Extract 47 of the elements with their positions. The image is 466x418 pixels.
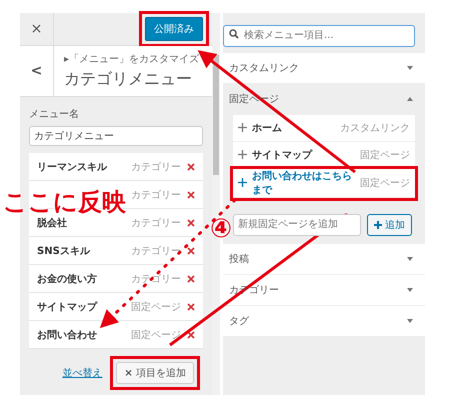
search-field[interactable]: 検索メニュー項目... <box>223 24 415 46</box>
item-type: カテゴリー <box>131 188 181 202</box>
menu-item-name[interactable]: リーマンスキル <box>37 160 107 174</box>
item-type: カテゴリー <box>131 244 181 258</box>
back-button[interactable]: < <box>20 46 54 96</box>
section-header[interactable]: 投稿 <box>223 244 425 274</box>
breadcrumb: ▸「メニュー」をカスタマイズ <box>64 52 200 66</box>
panel-title: カテゴリメニュー <box>64 69 193 90</box>
remove-icon[interactable] <box>187 246 195 254</box>
caret-icon <box>407 96 413 100</box>
plus-icon <box>238 150 247 159</box>
caret-icon <box>407 288 413 292</box>
remove-icon[interactable] <box>187 162 195 170</box>
remove-icon[interactable] <box>187 302 195 310</box>
item-type: カテゴリー <box>131 160 181 174</box>
plus-icon <box>238 178 247 187</box>
annotation-text: ここに反映 <box>3 187 126 218</box>
remove-icon[interactable] <box>187 218 195 226</box>
menu-item-name[interactable]: 脱会社 <box>37 216 67 230</box>
menu-item-name[interactable]: お問い合わせ <box>37 328 97 342</box>
caret-icon <box>407 66 413 70</box>
menu-item-name[interactable]: サイトマップ <box>37 300 97 314</box>
page-item[interactable]: ホーム カスタムリンク <box>233 114 415 142</box>
item-type: カテゴリー <box>131 216 181 230</box>
menu-item-name[interactable]: お金の使い方 <box>37 272 97 286</box>
item-type: 固定ページ <box>131 328 181 342</box>
menu-item-name[interactable]: SNSスキル <box>37 244 90 258</box>
plus-icon <box>374 220 382 228</box>
publish-button[interactable]: 公開済み <box>145 17 203 41</box>
caret-icon <box>407 256 413 260</box>
remove-icon[interactable] <box>187 330 195 338</box>
add-button[interactable]: 追加 <box>367 214 412 236</box>
step-number: ④ <box>210 214 232 244</box>
caret-icon <box>407 318 413 322</box>
item-type: 固定ページ <box>131 300 181 314</box>
plus-icon <box>238 123 247 132</box>
remove-icon[interactable] <box>187 190 195 198</box>
reorder-link[interactable]: 並べ替え <box>62 366 102 380</box>
new-page-field[interactable]: 新規固定ページを追加 <box>233 214 361 236</box>
add-items-button[interactable]: × 項目を追加 <box>116 362 194 384</box>
search-icon <box>229 29 239 39</box>
field-label: メニュー名 <box>29 108 80 121</box>
scrollbar[interactable] <box>213 55 219 175</box>
menu-name-field[interactable]: カテゴリメニュー <box>29 126 203 146</box>
close-button[interactable]: × <box>20 13 54 45</box>
remove-icon[interactable] <box>187 274 195 282</box>
item-type: カテゴリー <box>131 272 181 286</box>
